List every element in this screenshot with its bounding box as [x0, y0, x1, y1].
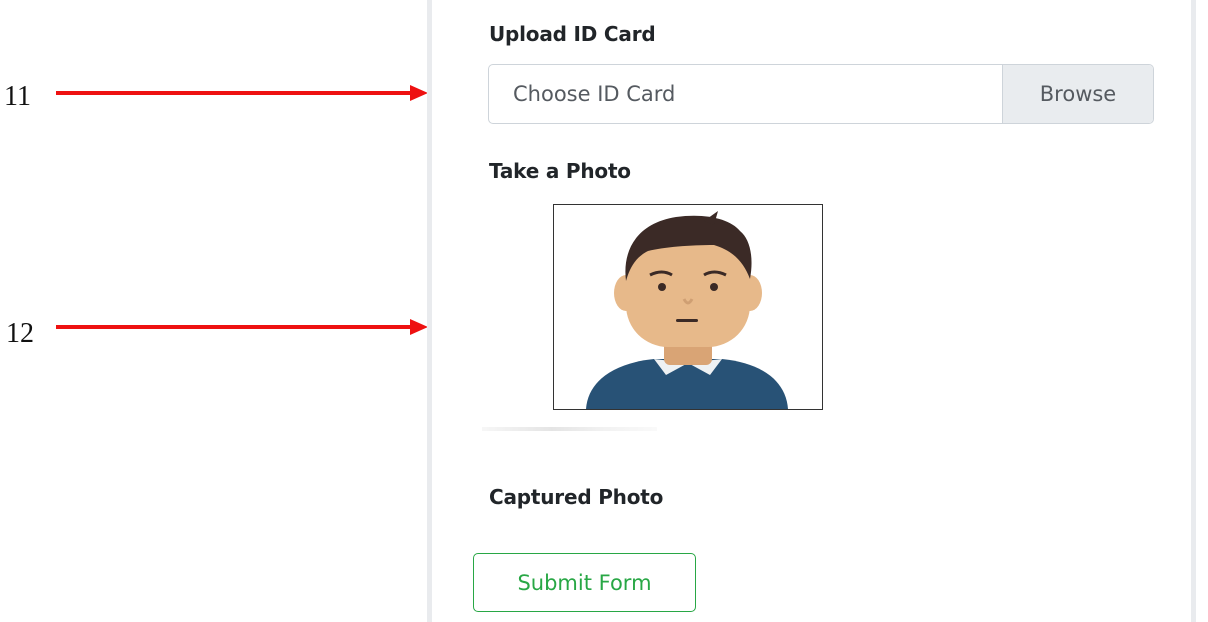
callout-number-12: 12 — [6, 318, 34, 349]
upload-id-card-label: Upload ID Card — [489, 22, 656, 46]
person-avatar-icon — [586, 211, 788, 409]
callout-arrow-12 — [56, 319, 428, 335]
id-card-file-input[interactable]: Choose ID Card Browse — [488, 64, 1154, 124]
take-photo-label: Take a Photo — [489, 159, 631, 183]
callout-number-11: 11 — [4, 81, 31, 112]
camera-capture-strip — [482, 427, 657, 431]
captured-photo-label: Captured Photo — [489, 485, 664, 509]
browse-button[interactable]: Browse — [1002, 65, 1153, 123]
photo-preview[interactable] — [553, 204, 823, 410]
callout-arrow-11 — [56, 85, 428, 101]
id-card-file-placeholder[interactable]: Choose ID Card — [489, 65, 1002, 123]
submit-form-button[interactable]: Submit Form — [473, 553, 696, 612]
